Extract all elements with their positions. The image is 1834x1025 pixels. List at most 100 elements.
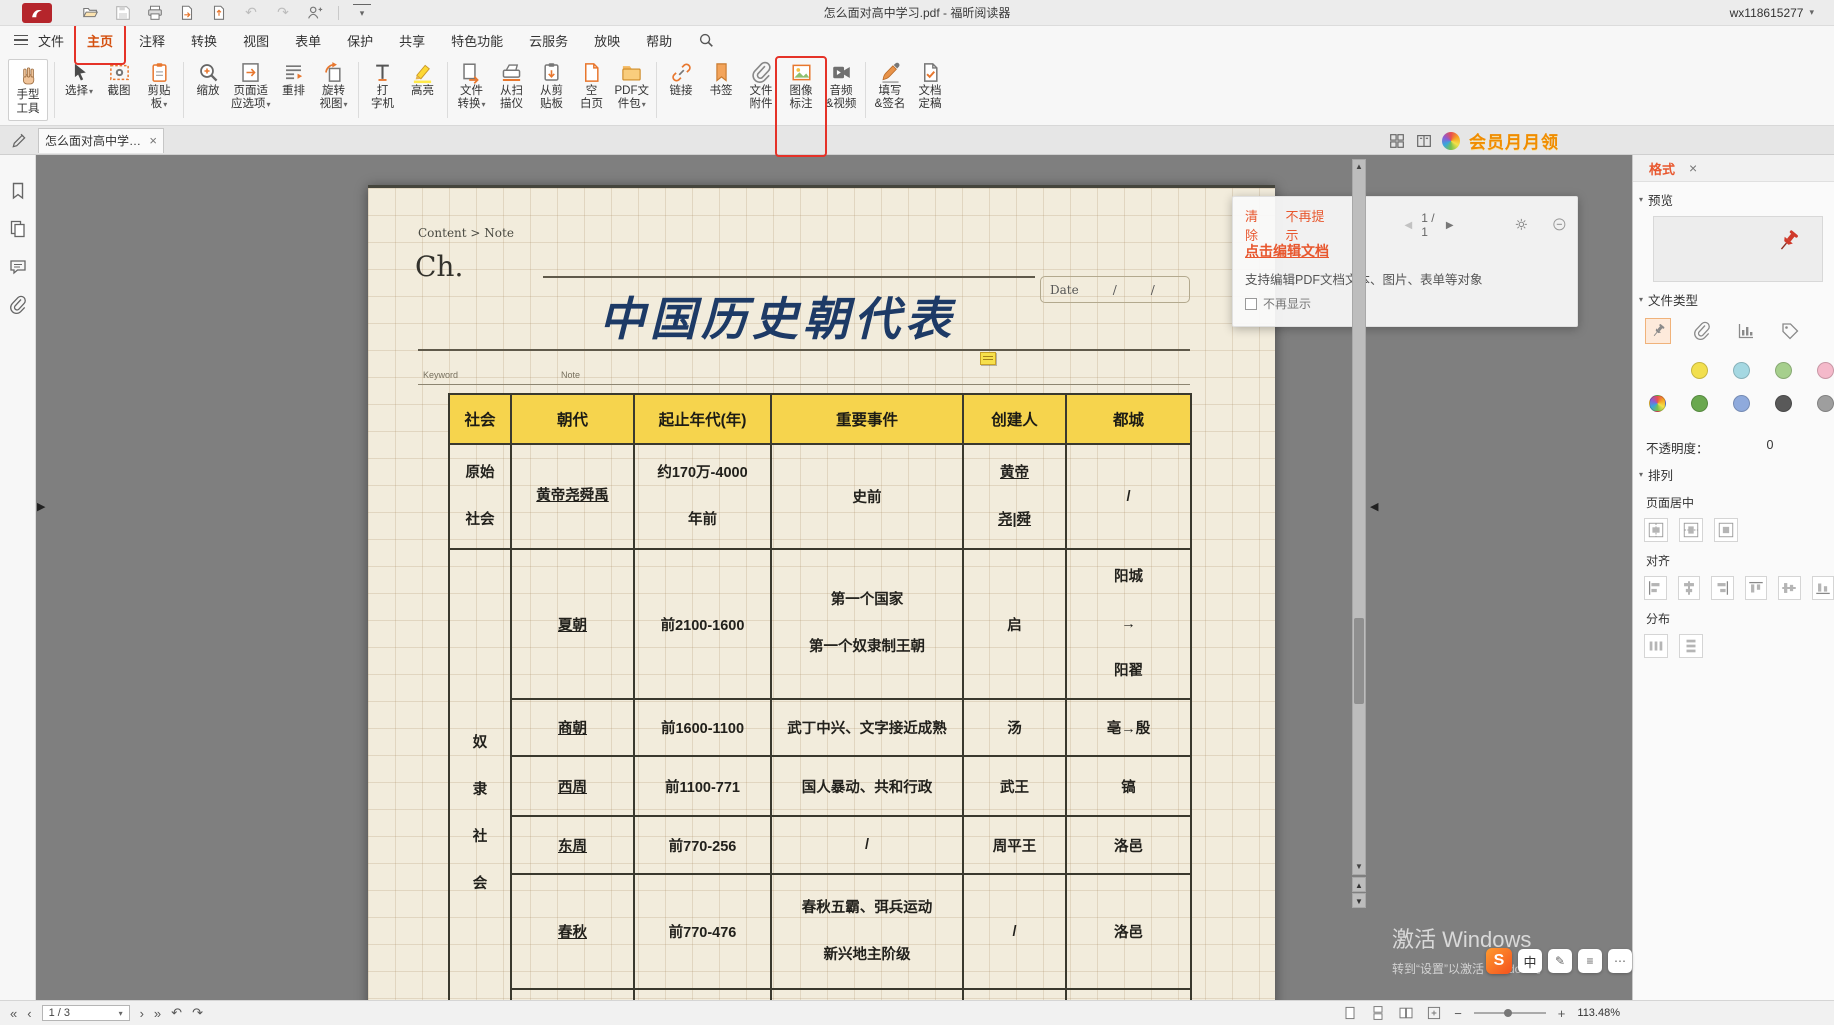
- founder-link[interactable]: 黄帝 尧|舜: [963, 444, 1066, 549]
- collapse-right-panel-icon[interactable]: ◀: [1370, 500, 1378, 513]
- reflow-tool[interactable]: 重排: [274, 57, 314, 123]
- comments-panel-icon[interactable]: [8, 257, 28, 277]
- menu-tab-help[interactable]: 帮助: [646, 31, 672, 50]
- opacity-value[interactable]: 0: [1767, 438, 1774, 457]
- minimize-icon[interactable]: [1552, 217, 1567, 234]
- ime-keyboard-icon[interactable]: ≡: [1578, 949, 1602, 973]
- open-file-icon[interactable]: [82, 4, 100, 22]
- image-annot-tool[interactable]: 图像 标注: [781, 57, 821, 123]
- menu-file[interactable]: 文件: [38, 31, 64, 50]
- next-view-icon[interactable]: ↷: [192, 1005, 203, 1021]
- doc-finalize-tool[interactable]: 文档 定稿: [910, 57, 950, 123]
- menu-tab-form[interactable]: 表单: [295, 31, 321, 50]
- color-swatch[interactable]: [1775, 395, 1792, 412]
- document-view[interactable]: Content > Note Ch. Date / / 中国历史朝代表 Keyw…: [36, 155, 1632, 1000]
- sticky-note-annotation-icon[interactable]: [980, 352, 996, 365]
- distribute-vertical-icon[interactable]: [1679, 634, 1703, 658]
- single-page-view-icon[interactable]: [1342, 1005, 1358, 1021]
- pdf-package-tool[interactable]: PDF文 件包▾: [612, 57, 653, 123]
- color-swatch[interactable]: [1817, 362, 1834, 379]
- hamburger-icon[interactable]: [14, 35, 28, 46]
- tag-type-button[interactable]: [1777, 318, 1803, 344]
- continuous-view-icon[interactable]: [1370, 1005, 1386, 1021]
- center-vertical-icon[interactable]: [1679, 518, 1703, 542]
- from-clipboard-tool[interactable]: 从剪 贴板: [532, 57, 572, 123]
- rotate-view-tool[interactable]: 旋转 视图▾: [314, 57, 354, 123]
- vertical-scrollbar[interactable]: ▲ ▼: [1352, 159, 1366, 875]
- blank-page-tool[interactable]: 空 白页: [572, 57, 612, 123]
- pages-panel-icon[interactable]: [8, 219, 28, 239]
- ime-more-icon[interactable]: ⋯: [1608, 949, 1632, 973]
- collapse-triangle-icon[interactable]: ▾: [1639, 195, 1643, 204]
- next-page-icon[interactable]: ›: [140, 1006, 144, 1021]
- bookmark-tool[interactable]: 书签: [701, 57, 741, 123]
- bookmarks-panel-icon[interactable]: [8, 181, 28, 201]
- highlight-tool[interactable]: 高亮: [403, 57, 443, 123]
- prev-view-icon[interactable]: ↶: [171, 1005, 182, 1021]
- fill-sign-tool[interactable]: 填写 &签名: [870, 57, 910, 123]
- zoom-tool[interactable]: 缩放: [188, 57, 228, 123]
- align-right-icon[interactable]: [1711, 576, 1734, 600]
- paperclip-type-button[interactable]: [1689, 318, 1715, 344]
- color-swatch[interactable]: [1817, 395, 1834, 412]
- gear-icon[interactable]: [1514, 217, 1529, 234]
- select-tool[interactable]: 选择▾: [59, 57, 99, 123]
- grid-view-icon[interactable]: [1388, 132, 1406, 150]
- sogou-logo-icon[interactable]: S: [1486, 948, 1512, 974]
- zoom-slider-thumb[interactable]: [1504, 1009, 1512, 1017]
- fit-page-icon[interactable]: [1426, 1005, 1442, 1021]
- menu-tab-comment[interactable]: 注释: [139, 31, 165, 50]
- no-more-prompt-link[interactable]: 不再提示: [1286, 206, 1331, 244]
- align-middle-icon[interactable]: [1778, 576, 1801, 600]
- color-swatch[interactable]: [1691, 395, 1708, 412]
- color-swatch[interactable]: [1691, 362, 1708, 379]
- center-both-icon[interactable]: [1714, 518, 1738, 542]
- multicolor-swatch[interactable]: [1649, 395, 1666, 412]
- align-left-icon[interactable]: [1644, 576, 1667, 600]
- read-mode-icon[interactable]: [1415, 132, 1433, 150]
- from-scanner-tool[interactable]: 从扫 描仪: [492, 57, 532, 123]
- pencil-icon[interactable]: [10, 131, 29, 150]
- dynasty-link[interactable]: 东周: [511, 816, 634, 874]
- menu-tab-home[interactable]: 主页: [87, 31, 113, 50]
- hand-tool[interactable]: 手型 工具: [8, 59, 48, 121]
- scroll-down-icon[interactable]: ▼: [1353, 860, 1365, 874]
- file-convert-tool[interactable]: 文件 转换▾: [452, 57, 492, 123]
- graph-type-button[interactable]: [1733, 318, 1759, 344]
- dynasty-link[interactable]: 春秋: [511, 874, 634, 989]
- zoom-in-icon[interactable]: +: [1558, 1006, 1566, 1021]
- last-page-icon[interactable]: »: [154, 1006, 161, 1021]
- dynasty-link[interactable]: 战国: [511, 989, 634, 1000]
- dynasty-link[interactable]: 商朝: [511, 699, 634, 756]
- attachments-panel-icon[interactable]: [8, 295, 28, 315]
- clear-link[interactable]: 清除: [1245, 206, 1268, 244]
- menu-tab-protect[interactable]: 保护: [347, 31, 373, 50]
- menu-tab-share[interactable]: 共享: [399, 31, 425, 50]
- print-icon[interactable]: [146, 4, 164, 22]
- ime-language-mode[interactable]: 中: [1518, 949, 1542, 973]
- ime-pen-icon[interactable]: ✎: [1548, 949, 1572, 973]
- zoom-out-icon[interactable]: −: [1454, 1006, 1462, 1021]
- prev-page-button[interactable]: ▲: [1352, 877, 1366, 892]
- menu-tab-view[interactable]: 视图: [243, 31, 269, 50]
- color-swatch[interactable]: [1733, 362, 1750, 379]
- customize-toolbar-icon[interactable]: ▾: [353, 4, 371, 22]
- dynasty-link[interactable]: 黄帝尧舜禹: [511, 444, 634, 549]
- menu-tab-convert[interactable]: 转换: [191, 31, 217, 50]
- clipboard-tool[interactable]: 剪贴 板▾: [139, 57, 179, 123]
- undo-icon[interactable]: ↶: [242, 4, 260, 22]
- menu-tab-features[interactable]: 特色功能: [451, 31, 503, 50]
- membership-banner[interactable]: 会员月月领: [1469, 128, 1559, 153]
- menu-tab-present[interactable]: 放映: [594, 31, 620, 50]
- close-tab-icon[interactable]: ×: [149, 133, 157, 148]
- audio-video-tool[interactable]: 音频 &视频: [821, 57, 861, 123]
- collapse-triangle-icon[interactable]: ▾: [1639, 470, 1643, 479]
- export-other-icon[interactable]: [210, 4, 228, 22]
- typewriter-tool[interactable]: 打 字机: [363, 57, 403, 123]
- next-page-button[interactable]: ▼: [1352, 893, 1366, 908]
- link-tool[interactable]: 链接: [661, 57, 701, 123]
- page-number-selector[interactable]: 1 / 3 ▾: [42, 1005, 130, 1021]
- tip-next-icon[interactable]: ▶: [1446, 220, 1454, 231]
- align-bottom-icon[interactable]: [1812, 576, 1834, 600]
- dynasty-link[interactable]: 西周: [511, 756, 634, 816]
